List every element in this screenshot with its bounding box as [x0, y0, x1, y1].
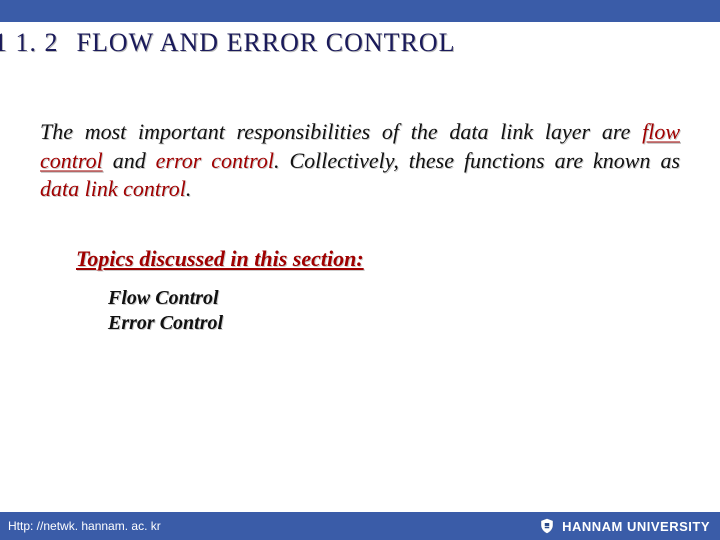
body-seg1: The most important responsibilities of t…	[40, 119, 642, 144]
topics-heading: Topics discussed in this section:	[76, 246, 720, 272]
footer-right: HANNAM UNIVERSITY	[538, 517, 710, 535]
footer-bar: Http: //netwk. hannam. ac. kr HANNAM UNI…	[0, 512, 720, 540]
term-data-link-control: data link control	[40, 176, 186, 201]
section-heading: 1 1. 2 FLOW AND ERROR CONTROL	[0, 22, 720, 58]
section-title: FLOW AND ERROR CONTROL	[77, 28, 456, 58]
topics-list: Flow Control Error Control	[108, 286, 720, 336]
top-bar	[0, 0, 720, 22]
shield-icon	[538, 517, 556, 535]
section-number: 1 1. 2	[0, 28, 59, 58]
body-paragraph: The most important responsibilities of t…	[40, 118, 680, 204]
body-seg2: and	[103, 148, 156, 173]
body-seg4: .	[186, 176, 192, 201]
term-error-control: error control	[156, 148, 274, 173]
footer-url: Http: //netwk. hannam. ac. kr	[8, 519, 161, 533]
footer-university: HANNAM UNIVERSITY	[562, 519, 710, 534]
topic-item: Flow Control	[108, 286, 720, 311]
topic-item: Error Control	[108, 311, 720, 336]
body-seg3: . Collectively, these functions are know…	[274, 148, 680, 173]
